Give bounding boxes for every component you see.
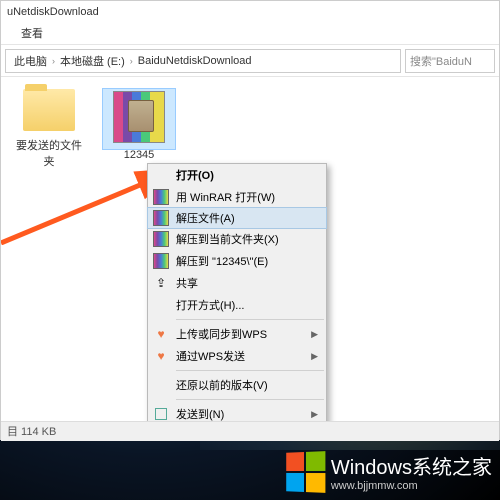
menu-open[interactable]: 打开(O) — [148, 164, 326, 186]
submenu-arrow-icon: ▶ — [311, 329, 318, 340]
rar-file-item[interactable]: 12345 — [103, 89, 175, 169]
menu-bar[interactable]: 查看 — [1, 23, 499, 45]
menu-restore-previous[interactable]: 还原以前的版本(V) — [148, 374, 326, 396]
menu-extract-to[interactable]: 解压到 "12345\"(E) — [148, 250, 326, 272]
menu-separator — [176, 399, 324, 400]
winrar-icon — [153, 231, 169, 247]
menu-separator — [176, 370, 324, 371]
menu-wps-send[interactable]: ♥通过WPS发送▶ — [148, 345, 326, 367]
window-title: uNetdiskDownload — [1, 1, 499, 23]
explorer-window: uNetdiskDownload 查看 此电脑 › 本地磁盘 (E:) › Ba… — [0, 0, 500, 440]
menu-open-winrar[interactable]: 用 WinRAR 打开(W) — [148, 186, 326, 208]
crumb-drive[interactable]: 本地磁盘 (E:) — [56, 53, 129, 69]
wps-icon: ♥ — [153, 326, 169, 342]
search-input[interactable]: 搜索"BaiduN — [405, 49, 495, 73]
menu-extract-files[interactable]: 解压文件(A) — [147, 207, 327, 229]
folder-icon — [23, 89, 75, 131]
menu-extract-here[interactable]: 解压到当前文件夹(X) — [148, 228, 326, 250]
menu-open-with[interactable]: 打开方式(H)... — [148, 294, 326, 316]
watermark-url: www.bjjmmw.com — [331, 480, 492, 492]
menu-separator — [176, 319, 324, 320]
windows-logo-icon — [286, 451, 325, 493]
submenu-arrow-icon: ▶ — [311, 409, 318, 420]
winrar-icon — [153, 253, 169, 269]
watermark-brand: Windows — [331, 457, 412, 479]
share-icon: ⇪ — [153, 275, 169, 291]
watermark: Windows系统之家 www.bjjmmw.com — [285, 451, 492, 492]
menu-send-to[interactable]: 发送到(N)▶ — [148, 403, 326, 421]
breadcrumb[interactable]: 此电脑 › 本地磁盘 (E:) › BaiduNetdiskDownload — [5, 49, 401, 73]
folder-item[interactable]: 要发送的文件夹 — [13, 89, 85, 169]
send-to-icon — [153, 406, 169, 421]
winrar-icon — [153, 210, 169, 226]
crumb-pc[interactable]: 此电脑 — [10, 53, 51, 69]
submenu-arrow-icon: ▶ — [311, 351, 318, 362]
context-menu: 打开(O) 用 WinRAR 打开(W) 解压文件(A) 解压到当前文件夹(X)… — [147, 163, 327, 421]
winrar-icon — [153, 189, 169, 205]
file-pane[interactable]: 要发送的文件夹 12345 打开(O) 用 WinRAR 打开(W) 解压文件(… — [1, 77, 499, 421]
watermark-sub: 系统之家 — [412, 457, 492, 479]
crumb-folder[interactable]: BaiduNetdiskDownload — [134, 55, 256, 67]
folder-label: 要发送的文件夹 — [13, 137, 85, 169]
address-row: 此电脑 › 本地磁盘 (E:) › BaiduNetdiskDownload 搜… — [1, 45, 499, 77]
status-bar: 目 114 KB — [1, 421, 499, 441]
wps-icon: ♥ — [153, 348, 169, 364]
menu-share[interactable]: ⇪共享 — [148, 272, 326, 294]
menu-wps-upload[interactable]: ♥上传或同步到WPS▶ — [148, 323, 326, 345]
rar-label: 12345 — [103, 149, 175, 161]
rar-archive-icon — [113, 91, 165, 143]
